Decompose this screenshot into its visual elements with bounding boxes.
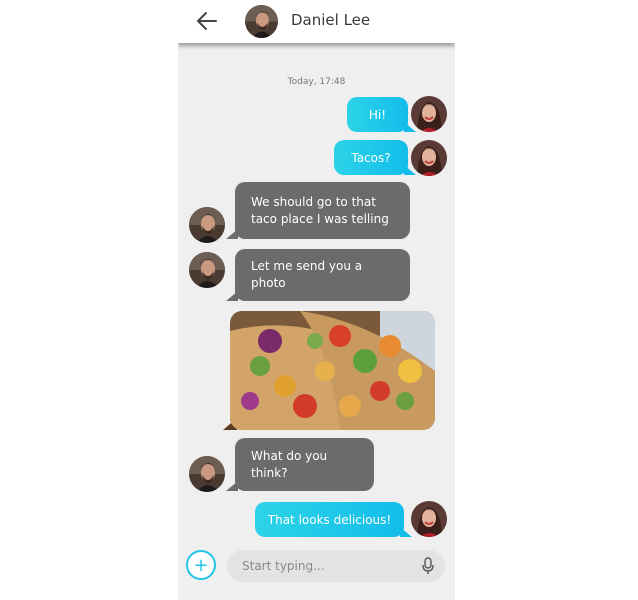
message-line: What do you [251, 448, 328, 463]
tacos-photo [230, 311, 435, 430]
my-avatar [411, 96, 447, 132]
outgoing-message[interactable]: Tacos? [334, 140, 416, 175]
message-composer: + [178, 540, 455, 600]
plus-icon: + [193, 554, 209, 576]
chat-timestamp: Today, 17:48 [287, 77, 346, 87]
my-avatar [411, 501, 447, 537]
contact-name: Daniel Lee [291, 11, 371, 29]
contact-avatar-small [189, 207, 225, 243]
outgoing-message[interactable]: Hi! [347, 97, 416, 132]
chat-header: Daniel Lee [178, 0, 455, 43]
message-line: think? [251, 465, 288, 480]
message-text: Tacos? [351, 150, 391, 165]
chat-screen: Daniel Lee Today, 17:48 Hi! Tacos? We sh… [178, 0, 455, 600]
message-text: That looks delicious! [267, 512, 392, 527]
message-text: Let me send you a photo [251, 259, 363, 290]
message-line: taco place I was telling [251, 211, 389, 226]
incoming-message[interactable]: We should go to that taco place I was te… [226, 182, 410, 239]
microphone-button[interactable] [421, 557, 435, 575]
microphone-icon [422, 557, 434, 574]
arrow-left-icon [197, 12, 217, 30]
message-line: We should go to that [251, 194, 376, 209]
message-text: Hi! [368, 107, 387, 122]
contact-avatar-small [189, 252, 225, 288]
my-avatar [411, 140, 447, 176]
outgoing-message[interactable]: That looks delicious! [255, 502, 412, 537]
message-input[interactable] [242, 550, 412, 582]
incoming-message[interactable]: What do you think? [226, 438, 374, 491]
add-attachment-button[interactable]: + [186, 550, 216, 580]
incoming-message[interactable]: Let me send you a photo [226, 249, 410, 301]
photo-message[interactable] [230, 311, 435, 430]
contact-avatar-small [189, 456, 225, 492]
contact-avatar[interactable] [245, 5, 278, 38]
back-button[interactable] [194, 9, 220, 33]
message-input-container [227, 550, 445, 582]
